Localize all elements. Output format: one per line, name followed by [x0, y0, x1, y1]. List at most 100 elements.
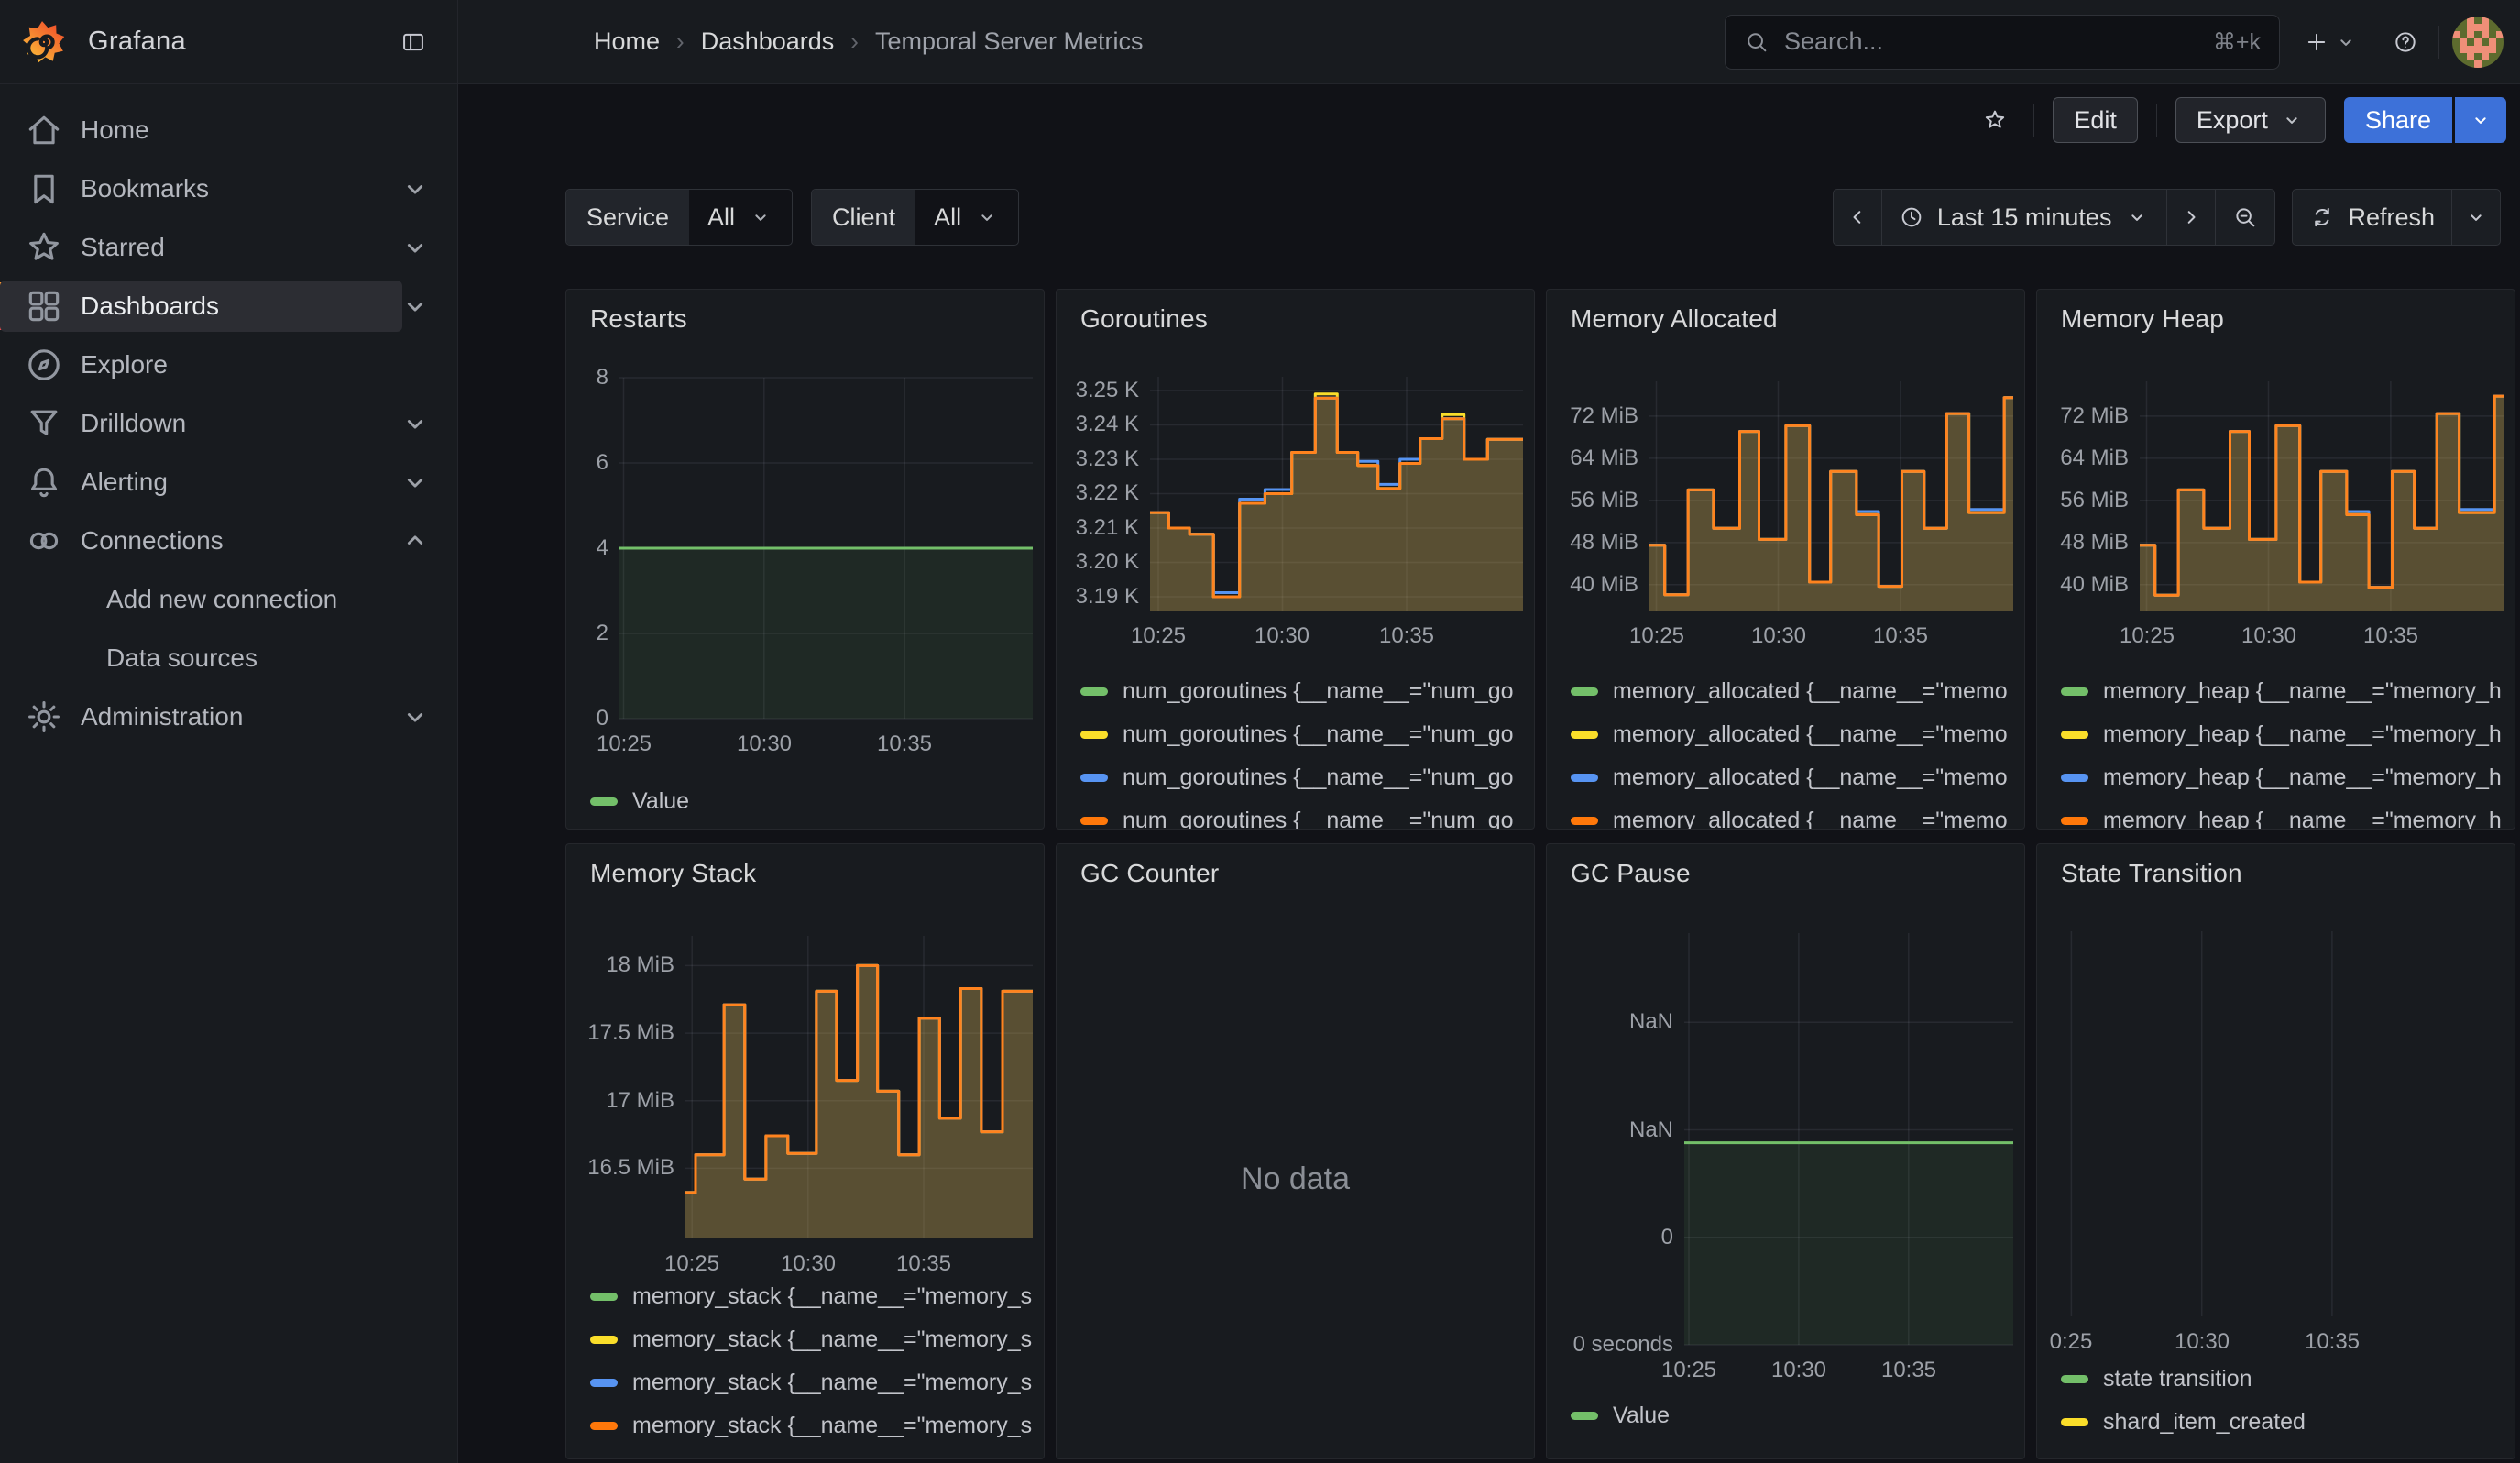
- legend-item[interactable]: num_goroutines {__name__="num_go: [1080, 670, 1525, 713]
- legend-item[interactable]: memory_allocated {__name__="memo: [1571, 713, 2015, 756]
- connections-icon: [24, 521, 64, 561]
- variable-value[interactable]: All: [915, 190, 1018, 245]
- chevron-down-icon[interactable]: [397, 288, 433, 324]
- time-back-button[interactable]: [1834, 190, 1882, 245]
- y-axis-label: 6: [566, 449, 608, 477]
- panel-title[interactable]: Restarts: [590, 304, 687, 334]
- legend-item[interactable]: memory_heap {__name__="memory_h: [2061, 670, 2505, 713]
- chart-plot[interactable]: [619, 378, 1033, 719]
- legend-item[interactable]: memory_heap {__name__="memory_h: [2061, 756, 2505, 799]
- sidebar-item-bookmarks[interactable]: Bookmarks: [0, 160, 457, 218]
- panel-title[interactable]: GC Pause: [1571, 859, 1691, 888]
- sidebar-item-connections[interactable]: Connections: [0, 512, 457, 570]
- panel-title[interactable]: Memory Allocated: [1571, 304, 1778, 334]
- chart-plot[interactable]: [1649, 381, 2013, 610]
- export-button[interactable]: Export: [2175, 97, 2326, 143]
- clock-icon: [1899, 204, 1924, 230]
- brand-title: Grafana: [88, 27, 186, 57]
- star-button[interactable]: [1975, 98, 2015, 142]
- sidebar-item-explore[interactable]: Explore: [0, 336, 457, 394]
- y-axis-label: 3.23 K: [1057, 446, 1139, 473]
- refresh-interval-button[interactable]: [2452, 190, 2500, 245]
- sidebar-item-drilldown[interactable]: Drilldown: [0, 394, 457, 453]
- avatar[interactable]: [2452, 16, 2504, 68]
- chevron-down-icon: [748, 204, 773, 230]
- legend-item[interactable]: num_goroutines {__name__="num_go: [1080, 713, 1525, 756]
- share-button[interactable]: Share: [2344, 97, 2452, 143]
- breadcrumb-item-home[interactable]: Home: [594, 28, 660, 56]
- y-axis-label: 64 MiB: [2037, 445, 2129, 472]
- help-icon: [2393, 29, 2418, 55]
- search-shortcut: ⌘+k: [2213, 28, 2261, 56]
- refresh-button[interactable]: Refresh: [2293, 190, 2452, 245]
- breadcrumb-item-dashboards[interactable]: Dashboards: [701, 28, 835, 56]
- chart-plot[interactable]: [685, 936, 1033, 1238]
- time-forward-button[interactable]: [2167, 190, 2216, 245]
- chevron-down-icon[interactable]: [397, 405, 433, 442]
- grafana-logo[interactable]: [22, 20, 66, 64]
- legend-item[interactable]: memory_allocated {__name__="memo: [1571, 799, 2015, 830]
- chevron-down-icon[interactable]: [397, 229, 433, 266]
- sidebar-toggle-button[interactable]: [393, 22, 433, 62]
- sidebar-item-alerting[interactable]: Alerting: [0, 453, 457, 512]
- sidebar-item-home[interactable]: Home: [0, 101, 457, 160]
- legend-item[interactable]: Value: [1571, 1394, 2015, 1437]
- legend-swatch: [590, 1292, 618, 1301]
- variable-picker-client[interactable]: Client All: [811, 189, 1019, 246]
- y-axis-label: 72 MiB: [1547, 402, 1638, 430]
- sidebar-item-starred[interactable]: Starred: [0, 218, 457, 277]
- zoom-out-button[interactable]: [2216, 190, 2274, 245]
- edit-button[interactable]: Edit: [2053, 97, 2138, 143]
- chevron-down-icon[interactable]: [397, 464, 433, 500]
- legend: Value: [590, 780, 1035, 823]
- y-axis-label: 3.24 K: [1057, 411, 1139, 438]
- legend-item[interactable]: memory_stack {__name__="memory_s: [590, 1361, 1035, 1404]
- panel-title[interactable]: Memory Heap: [2061, 304, 2224, 334]
- chart-plot[interactable]: [2046, 931, 2504, 1316]
- panel-title[interactable]: GC Counter: [1080, 859, 1219, 888]
- x-axis-label: 10:25: [628, 1251, 756, 1277]
- new-button[interactable]: [2304, 20, 2359, 64]
- x-axis-label: 10:35: [860, 1251, 988, 1277]
- legend-item[interactable]: num_goroutines {__name__="num_go: [1080, 799, 1525, 830]
- legend-item[interactable]: memory_allocated {__name__="memo: [1571, 756, 2015, 799]
- y-axis-label: NaN: [1547, 1008, 1673, 1036]
- panel-title[interactable]: Goroutines: [1080, 304, 1208, 334]
- panel-title[interactable]: State Transition: [2061, 859, 2242, 888]
- panel-gc_pause: GC PauseNaNNaN00 seconds10:2510:3010:35V…: [1546, 843, 2025, 1459]
- legend-item[interactable]: memory_heap {__name__="memory_h: [2061, 713, 2505, 756]
- variable-picker-service[interactable]: Service All: [565, 189, 793, 246]
- y-axis-label: 40 MiB: [2037, 571, 2129, 599]
- sidebar-item-label: Data sources: [106, 644, 257, 673]
- legend-item[interactable]: Value: [590, 780, 1035, 823]
- search-input[interactable]: Search... ⌘+k: [1725, 15, 2280, 70]
- time-range-button[interactable]: Last 15 minutes: [1882, 190, 2168, 245]
- breadcrumb: Home › Dashboards › Temporal Server Metr…: [594, 28, 1144, 56]
- chevron-down-icon[interactable]: [397, 170, 433, 207]
- legend-item[interactable]: memory_allocated {__name__="memo: [1571, 670, 2015, 713]
- share-menu-button[interactable]: [2455, 97, 2506, 143]
- panel-restarts: Restarts8642010:2510:3010:35Value: [565, 289, 1045, 830]
- legend-item[interactable]: memory_stack {__name__="memory_s: [590, 1404, 1035, 1447]
- sidebar-item-add-new-connection[interactable]: Add new connection: [0, 570, 457, 629]
- legend-item[interactable]: memory_heap {__name__="memory_h: [2061, 799, 2505, 830]
- legend-item[interactable]: shard_item_created: [2061, 1401, 2505, 1444]
- x-axis-label: 10:30: [1735, 1358, 1863, 1383]
- legend-item[interactable]: memory_stack {__name__="memory_s: [590, 1318, 1035, 1361]
- chevron-up-icon[interactable]: [397, 522, 433, 559]
- variable-value[interactable]: All: [689, 190, 792, 245]
- sidebar-item-dashboards[interactable]: Dashboards: [0, 277, 457, 336]
- chart-plot[interactable]: [1150, 377, 1523, 610]
- help-button[interactable]: [2385, 20, 2426, 64]
- chevron-down-icon[interactable]: [397, 698, 433, 735]
- sidebar-item-administration[interactable]: Administration: [0, 688, 457, 746]
- legend-item[interactable]: num_goroutines {__name__="num_go: [1080, 756, 1525, 799]
- legend-swatch: [590, 1422, 618, 1430]
- legend-item[interactable]: state transition: [2061, 1358, 2505, 1401]
- legend-item[interactable]: memory_stack {__name__="memory_s: [590, 1275, 1035, 1318]
- panel-title[interactable]: Memory Stack: [590, 859, 756, 888]
- sidebar-item-data-sources[interactable]: Data sources: [0, 629, 457, 688]
- y-axis-label: 3.22 K: [1057, 479, 1139, 507]
- chart-plot[interactable]: [1684, 933, 2013, 1345]
- chart-plot[interactable]: [2140, 381, 2504, 610]
